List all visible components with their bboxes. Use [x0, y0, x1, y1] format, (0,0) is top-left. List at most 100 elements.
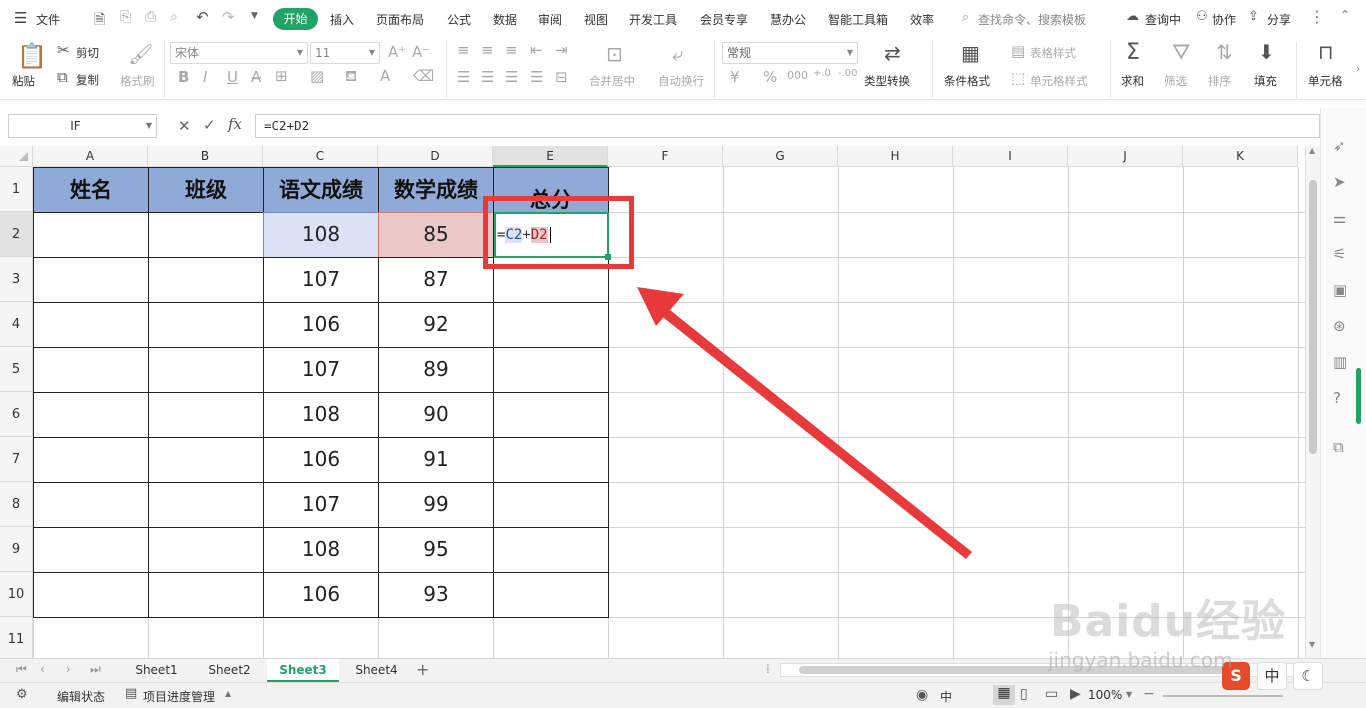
night-mode-icon[interactable]: ☾: [1293, 662, 1323, 690]
cell-e10[interactable]: [493, 572, 609, 618]
ribbon-scroll-icon[interactable]: ›: [1356, 64, 1360, 75]
file-menu[interactable]: 文件: [36, 11, 60, 28]
cell-c4[interactable]: 106: [263, 302, 379, 348]
font-name-select[interactable]: 宋体 ▼: [170, 42, 308, 64]
bold-icon[interactable]: B: [178, 70, 189, 85]
cell-c9[interactable]: 108: [263, 527, 379, 573]
paste-button[interactable]: 粘贴: [12, 73, 35, 89]
tab-review[interactable]: 审阅: [538, 11, 562, 28]
cell-b6[interactable]: [148, 392, 264, 438]
cell-c6[interactable]: 108: [263, 392, 379, 438]
tab-home[interactable]: 开始: [273, 8, 318, 30]
cell-d5[interactable]: 89: [378, 347, 494, 393]
scroll-up-icon[interactable]: ▲: [1309, 146, 1315, 155]
column-header-e[interactable]: E: [493, 146, 608, 167]
cell-d4[interactable]: 92: [378, 302, 494, 348]
sum-button[interactable]: 求和: [1121, 73, 1144, 89]
filter-panel-icon[interactable]: ⚟: [1333, 245, 1346, 263]
type-convert-button[interactable]: 类型转换: [864, 73, 910, 89]
pointer-icon[interactable]: ➤: [1333, 173, 1346, 191]
cell-c7[interactable]: 106: [263, 437, 379, 483]
cell-a10[interactable]: [33, 572, 149, 618]
collapse-ribbon-icon[interactable]: ⌃: [1340, 8, 1350, 22]
redo-icon[interactable]: ↷: [222, 8, 235, 26]
italic-icon[interactable]: I: [203, 70, 207, 85]
cell-a2[interactable]: [33, 212, 149, 258]
cell-e7[interactable]: [493, 437, 609, 483]
cell-d7[interactable]: 91: [378, 437, 494, 483]
cell-b4[interactable]: [148, 302, 264, 348]
scroll-thumb[interactable]: [1309, 180, 1317, 454]
clear-format-icon[interactable]: ⌫: [413, 69, 434, 84]
merge-center-button[interactable]: 合并居中: [589, 73, 635, 89]
indent-increase-icon[interactable]: ⇥: [555, 43, 568, 58]
eye-protect-icon[interactable]: ◉: [916, 687, 928, 703]
help-icon[interactable]: ?: [1333, 389, 1341, 407]
row-header-7[interactable]: 7: [0, 437, 33, 482]
cell-d3[interactable]: 87: [378, 257, 494, 303]
cell-d2[interactable]: 85: [378, 212, 494, 258]
align-middle-icon[interactable]: ≡: [481, 43, 494, 58]
tab-member[interactable]: 会员专享: [700, 11, 748, 28]
cell-b9[interactable]: [148, 527, 264, 573]
row-header-3[interactable]: 3: [0, 257, 33, 302]
tab-data[interactable]: 数据: [493, 11, 517, 28]
cell-e8[interactable]: [493, 482, 609, 528]
cell-c8[interactable]: 107: [263, 482, 379, 528]
cell-e9[interactable]: [493, 527, 609, 573]
confirm-formula-icon[interactable]: ✓: [203, 116, 216, 134]
justify-icon[interactable]: ☰: [530, 70, 543, 85]
vertical-scrollbar[interactable]: ▲ ▼: [1305, 146, 1320, 658]
table-style-button[interactable]: 表格样式: [1030, 45, 1076, 61]
align-right-icon[interactable]: ☰: [505, 70, 518, 85]
cell-a8[interactable]: [33, 482, 149, 528]
row-header-2[interactable]: 2: [0, 212, 33, 257]
more-quick-icon[interactable]: ▼: [251, 11, 258, 21]
row-header-6[interactable]: 6: [0, 392, 33, 437]
table-style-icon[interactable]: ▤: [1011, 44, 1025, 59]
border-icon[interactable]: ⊞: [275, 69, 288, 84]
type-convert-icon[interactable]: ⇄: [884, 43, 901, 63]
sync-status[interactable]: 查询中: [1145, 11, 1181, 28]
fill-color-icon[interactable]: ▨: [310, 69, 324, 84]
ime-chinese-toggle[interactable]: 中: [1257, 662, 1287, 690]
preview-icon[interactable]: ⌕: [170, 9, 178, 25]
reading-view-icon[interactable]: ▶: [1070, 686, 1081, 702]
image-panel-icon[interactable]: ▣: [1333, 281, 1347, 299]
tab-page-layout[interactable]: 页面布局: [376, 11, 424, 28]
sum-icon[interactable]: Σ: [1126, 42, 1140, 64]
tab-smart-office[interactable]: 慧办公: [770, 11, 806, 28]
conditional-format-icon[interactable]: ▦: [961, 43, 980, 63]
tab-efficiency[interactable]: 效率: [910, 11, 934, 28]
cell-c2[interactable]: 108: [263, 212, 379, 258]
align-top-icon[interactable]: ≡: [457, 43, 470, 58]
thousands-icon[interactable]: 000: [787, 70, 808, 81]
cell-a4[interactable]: [33, 302, 149, 348]
tab-formulas[interactable]: 公式: [447, 11, 471, 28]
first-sheet-icon[interactable]: ⏮: [16, 662, 27, 677]
increase-font-icon[interactable]: A⁺: [388, 45, 406, 60]
row-header-1[interactable]: 1: [0, 167, 33, 212]
align-bottom-icon[interactable]: ≡: [505, 43, 518, 58]
column-header-i[interactable]: I: [953, 146, 1068, 167]
zoom-out-icon[interactable]: −: [1143, 686, 1155, 702]
more-icon[interactable]: ⋮: [1309, 7, 1325, 26]
currency-icon[interactable]: ¥: [730, 70, 740, 85]
copy-icon[interactable]: ⧉: [57, 70, 68, 85]
cell-b3[interactable]: [148, 257, 264, 303]
tab-view[interactable]: 视图: [584, 11, 608, 28]
zoom-level[interactable]: 100%: [1088, 688, 1122, 702]
cell-style-button[interactable]: 单元格样式: [1030, 73, 1088, 89]
column-header-f[interactable]: F: [608, 146, 723, 167]
row-header-11[interactable]: 11: [0, 617, 33, 658]
cell-b8[interactable]: [148, 482, 264, 528]
filter-button[interactable]: 筛选: [1164, 73, 1187, 89]
cell-button[interactable]: 单元格: [1308, 73, 1343, 89]
print-icon[interactable]: ⎙: [145, 9, 156, 25]
merge-center-icon[interactable]: ⊡: [606, 44, 623, 64]
percent-icon[interactable]: %: [763, 70, 777, 85]
tab-toolbox[interactable]: 智能工具箱: [828, 11, 888, 28]
decrease-font-icon[interactable]: A⁻: [412, 45, 430, 60]
header-cell-d[interactable]: 数学成绩: [378, 167, 494, 213]
column-header-a[interactable]: A: [33, 146, 148, 167]
